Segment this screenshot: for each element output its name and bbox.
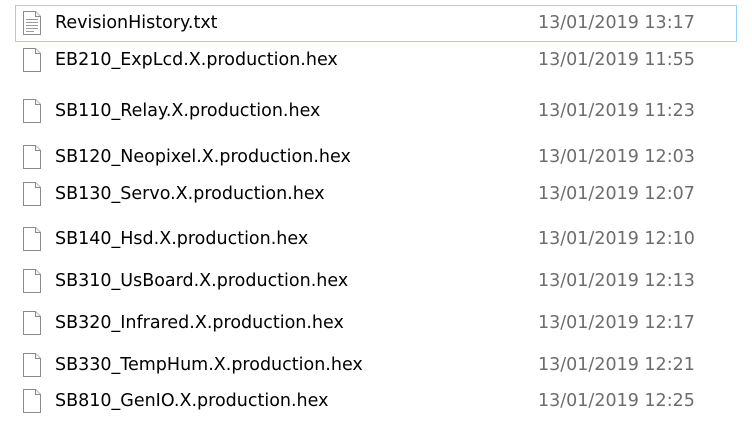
file-icon [23,269,41,293]
date-modified: 13/01/2019 12:10 [538,229,695,249]
file-row[interactable]: EB210_ExpLcd.X.production.hex 13/01/2019… [15,42,737,79]
file-row[interactable]: SB130_Servo.X.production.hex 13/01/2019 … [15,176,737,213]
file-icon [23,353,41,377]
file-name: SB120_Neopixel.X.production.hex [55,147,351,167]
date-modified: 13/01/2019 12:07 [538,184,695,204]
file-row[interactable]: SB810_GenIO.X.production.hex 13/01/2019 … [15,383,737,420]
file-name: SB310_UsBoard.X.production.hex [55,271,349,291]
date-modified: 13/01/2019 13:17 [538,13,695,33]
file-name: SB140_Hsd.X.production.hex [55,229,309,249]
text-file-icon [23,11,41,35]
date-modified: 13/01/2019 11:55 [538,50,695,70]
file-icon [23,48,41,72]
file-icon [23,99,41,123]
file-name: SB110_Relay.X.production.hex [55,101,321,121]
file-row[interactable]: SB330_TempHum.X.production.hex 13/01/201… [15,347,737,384]
file-name: RevisionHistory.txt [55,13,218,33]
file-row[interactable]: RevisionHistory.txt 13/01/2019 13:17 [15,5,737,42]
date-modified: 13/01/2019 12:13 [538,271,695,291]
file-name: SB330_TempHum.X.production.hex [55,355,363,375]
file-icon [23,227,41,251]
file-icon [23,389,41,413]
file-name: SB130_Servo.X.production.hex [55,184,325,204]
file-row[interactable]: SB120_Neopixel.X.production.hex 13/01/20… [15,139,737,176]
date-modified: 13/01/2019 11:23 [538,101,695,121]
file-name: SB810_GenIO.X.production.hex [55,391,329,411]
date-modified: 13/01/2019 12:17 [538,313,695,333]
date-modified: 13/01/2019 12:21 [538,355,695,375]
file-row[interactable]: SB310_UsBoard.X.production.hex 13/01/201… [15,263,737,300]
date-modified: 13/01/2019 12:25 [538,391,695,411]
file-icon [23,311,41,335]
date-modified: 13/01/2019 12:03 [538,147,695,167]
file-row[interactable]: SB140_Hsd.X.production.hex 13/01/2019 12… [15,221,737,258]
file-list: RevisionHistory.txt 13/01/2019 13:17 EB2… [0,0,752,423]
file-icon [23,145,41,169]
file-name: EB210_ExpLcd.X.production.hex [55,50,338,70]
file-row[interactable]: SB320_Infrared.X.production.hex 13/01/20… [15,305,737,342]
file-icon [23,182,41,206]
file-name: SB320_Infrared.X.production.hex [55,313,344,333]
file-row[interactable]: SB110_Relay.X.production.hex 13/01/2019 … [15,93,737,130]
